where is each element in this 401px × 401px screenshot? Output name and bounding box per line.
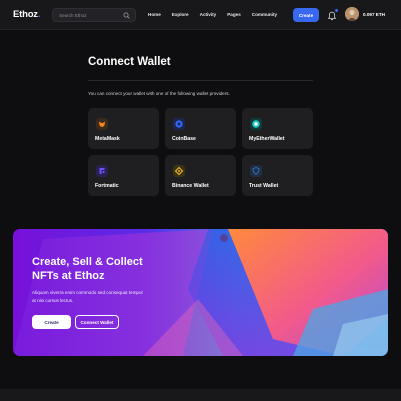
wallet-card-fortmatic[interactable]: Fortmatic (88, 155, 159, 196)
wallet-card-trustwallet[interactable]: Trust Wallet (242, 155, 313, 196)
binance-icon (173, 165, 185, 177)
banner-title-line-1: Create, Sell & Collect (32, 256, 143, 268)
coinbase-icon (173, 118, 185, 130)
myetherwallet-icon (250, 118, 262, 130)
notification-button[interactable] (326, 9, 338, 21)
logo-dot: . (37, 9, 41, 20)
banner-description-line-1: Aliquam viverra enim commodo sed consequ… (32, 290, 144, 295)
page-title: Connect Wallet (88, 56, 171, 68)
banner-description-line-2: at nisi cursus lectus. (32, 297, 74, 303)
banner-title: Create, Sell & Collect NFTs at Ethoz (32, 255, 192, 283)
banner-create-button[interactable]: Create (32, 315, 71, 329)
avatar-image (345, 7, 359, 21)
logo[interactable]: Ethoz. (13, 9, 41, 20)
top-header: Ethoz. Home Explore Activity Pages Commu… (0, 0, 401, 30)
wallet-label: CoinBase (172, 136, 196, 142)
header-create-button[interactable]: Create (293, 8, 319, 22)
title-divider (88, 80, 313, 81)
wallet-card-coinbase[interactable]: CoinBase (165, 108, 236, 149)
banner-description: Aliquam viverra enim commodo sed consequ… (32, 289, 172, 304)
banner-connect-wallet-button[interactable]: Connect Wallet (75, 315, 119, 329)
wallet-label: MyEtherWallet (249, 136, 285, 142)
nav-activity[interactable]: Activity (200, 12, 217, 17)
nav-pages[interactable]: Pages (227, 12, 241, 17)
notification-badge (335, 9, 338, 12)
wallet-label: Binance Wallet (172, 183, 209, 189)
wallet-label: MetaMask (95, 136, 120, 142)
search-input[interactable] (59, 11, 121, 20)
search-box (52, 8, 136, 22)
main-nav: Home Explore Activity Pages Community (148, 12, 277, 17)
intro-text: You can connect your wallet with one of … (88, 91, 230, 96)
search-icon[interactable] (123, 12, 130, 19)
wallet-label: Trust Wallet (249, 183, 279, 189)
metamask-icon (96, 118, 108, 130)
wallet-card-binance[interactable]: Binance Wallet (165, 155, 236, 196)
nav-explore[interactable]: Explore (172, 12, 189, 17)
trustwallet-icon (250, 165, 262, 177)
logo-text: Ethoz (13, 9, 38, 20)
promo-banner: Create, Sell & Collect NFTs at Ethoz Ali… (13, 229, 388, 356)
nav-home[interactable]: Home (148, 12, 161, 17)
nav-community[interactable]: Community (252, 12, 277, 17)
wallet-label: Fortmatic (95, 183, 119, 189)
wallet-balance: 0.097 ETH (363, 12, 385, 17)
avatar[interactable] (345, 7, 359, 21)
fortmatic-icon (96, 165, 108, 177)
footer (0, 389, 401, 401)
banner-title-line-2: NFTs at Ethoz (32, 270, 105, 282)
wallet-card-myetherwallet[interactable]: MyEtherWallet (242, 108, 313, 149)
wallet-card-metamask[interactable]: MetaMask (88, 108, 159, 149)
